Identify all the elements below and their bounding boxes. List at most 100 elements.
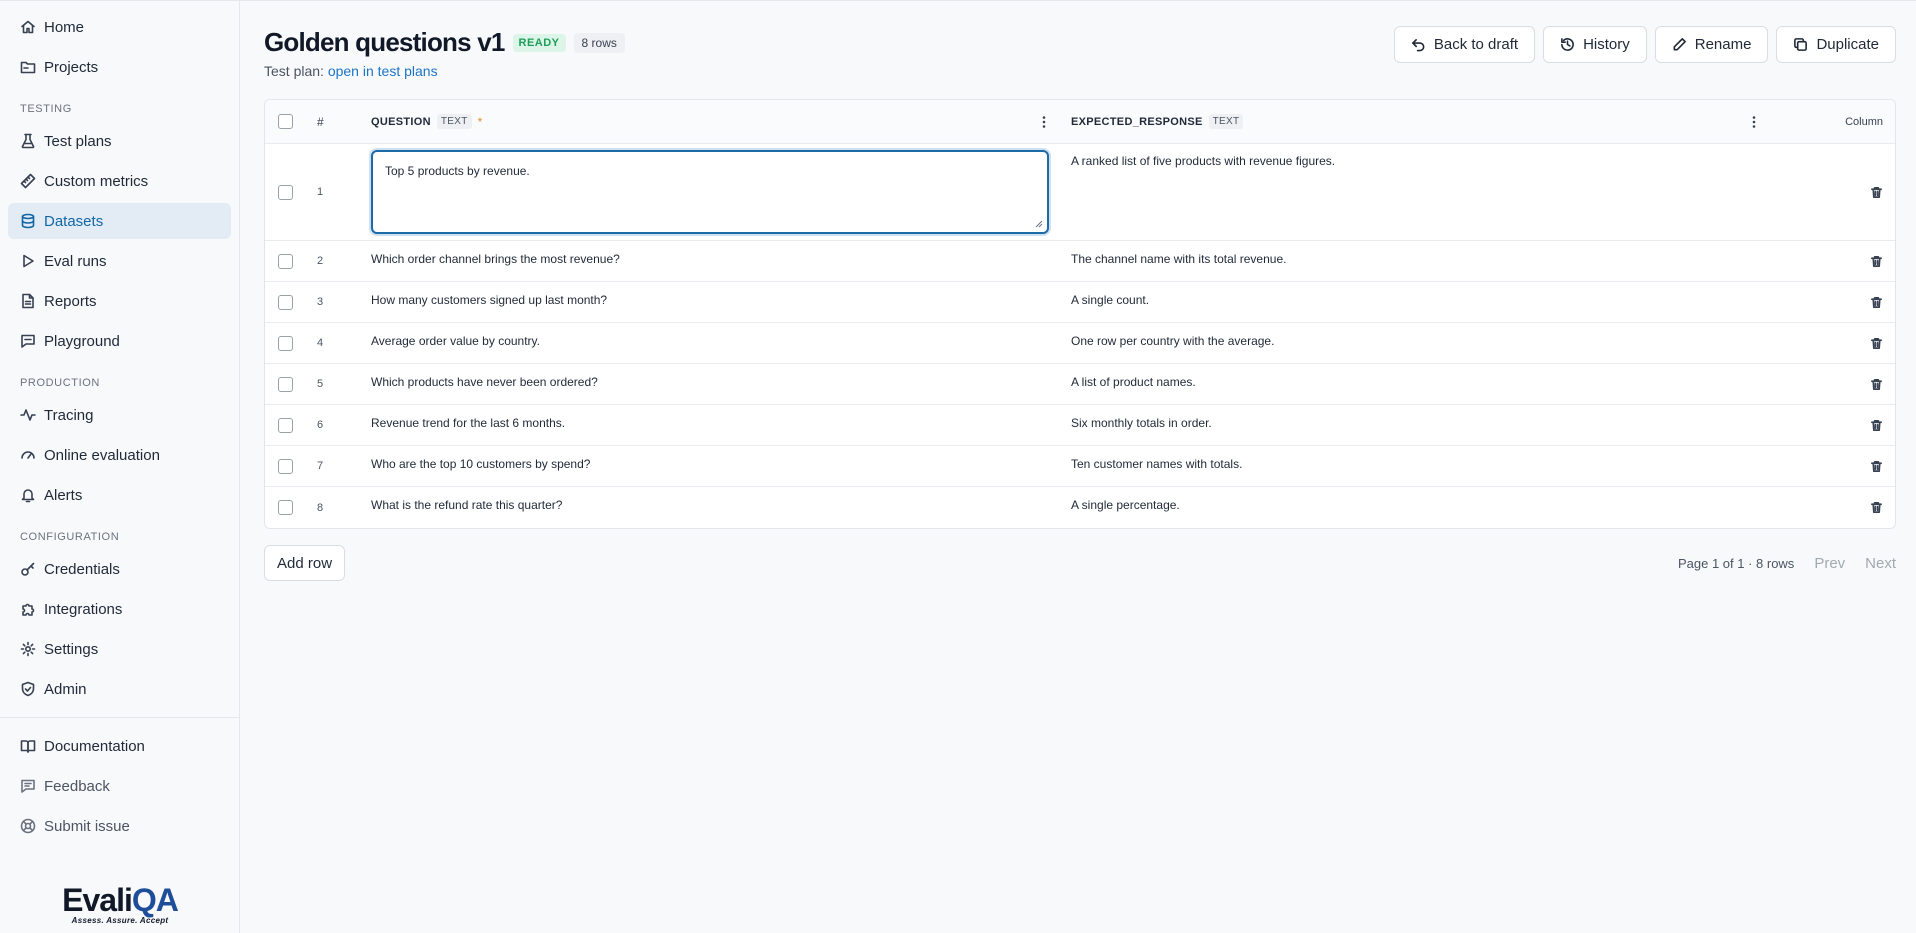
row-checkbox[interactable] (277, 184, 293, 200)
question-cell: Top 5 products by revenue. (363, 144, 1061, 240)
row-checkbox[interactable] (277, 500, 293, 515)
title-row: Golden questions v1 READY 8 rows (264, 27, 625, 58)
trash-icon[interactable] (1870, 255, 1883, 268)
main-content: Golden questions v1 READY 8 rows Test pl… (240, 0, 1916, 933)
back-to-draft-button[interactable]: Back to draft (1393, 26, 1536, 63)
prev-page-button[interactable]: Prev (1814, 555, 1845, 572)
history-button[interactable]: History (1543, 26, 1647, 63)
sidebar-item-test-plans[interactable]: Test plans (8, 123, 231, 159)
question-cell[interactable]: Average order value by country. (363, 323, 1061, 363)
column-type-tag: TEXT (436, 114, 472, 129)
trash-icon[interactable] (1870, 419, 1883, 432)
row-checkbox[interactable] (277, 417, 293, 433)
sidebar-item-reports[interactable]: Reports (8, 283, 231, 319)
pagination: Page 1 of 1 · 8 rows Prev Next (1678, 555, 1896, 572)
resize-grip-icon[interactable] (1035, 220, 1043, 228)
row-count-badge: 8 rows (573, 32, 625, 53)
row-checkbox[interactable] (277, 253, 293, 269)
gauge-icon (20, 447, 36, 463)
question-cell[interactable]: Which products have never been ordered? (363, 364, 1061, 404)
sidebar-item-tracing[interactable]: Tracing (8, 397, 231, 433)
expected-response-cell[interactable]: The channel name with its total revenue. (1061, 241, 1771, 281)
expected-response-cell[interactable]: A single count. (1061, 282, 1771, 322)
sidebar-item-projects[interactable]: Projects (8, 49, 231, 85)
column-menu-icon[interactable] (1037, 115, 1051, 129)
sidebar-item-settings[interactable]: Settings (8, 631, 231, 667)
sidebar-item-eval-runs[interactable]: Eval runs (8, 243, 231, 279)
sidebar-item-label: Submit issue (44, 817, 130, 835)
sidebar-item-custom-metrics[interactable]: Custom metrics (8, 163, 231, 199)
row-checkbox[interactable] (277, 458, 293, 474)
column-name: QUESTION (371, 115, 431, 128)
trash-icon[interactable] (1870, 296, 1883, 309)
trash-icon[interactable] (1870, 460, 1883, 473)
page-info: Page 1 of 1 · 8 rows (1677, 555, 1795, 571)
sidebar-item-datasets[interactable]: Datasets (8, 203, 231, 239)
sidebar-item-label: Projects (44, 58, 99, 76)
row-actions (1771, 364, 1895, 404)
duplicate-button[interactable]: Duplicate (1776, 26, 1896, 63)
row-actions (1771, 241, 1895, 281)
expected-response-cell[interactable]: A list of product names. (1061, 364, 1771, 404)
column-header-question: QUESTION TEXT * (363, 114, 1061, 129)
row-checkbox[interactable] (277, 376, 293, 392)
section-label-configuration: CONFIGURATION (20, 531, 120, 543)
sidebar-item-admin[interactable]: Admin (8, 671, 231, 707)
logo-wordmark: EvaliQA (62, 882, 179, 918)
page-header: Golden questions v1 READY 8 rows Test pl… (264, 1, 1896, 99)
trash-icon[interactable] (1870, 337, 1883, 350)
home-icon (20, 19, 36, 35)
next-page-button[interactable]: Next (1865, 555, 1896, 572)
row-actions (1771, 282, 1895, 322)
question-cell[interactable]: Revenue trend for the last 6 months. (363, 405, 1061, 445)
play-icon (20, 253, 36, 269)
file-text-icon (20, 293, 36, 309)
sidebar-item-label: Alerts (44, 486, 83, 504)
sidebar-item-label: Datasets (44, 212, 104, 230)
expected-response-cell[interactable]: A ranked list of five products with reve… (1061, 144, 1771, 240)
row-select-cell (265, 364, 305, 404)
expected-response-cell[interactable]: A single percentage. (1061, 487, 1771, 528)
question-cell[interactable]: What is the refund rate this quarter? (363, 487, 1061, 528)
sidebar-item-home[interactable]: Home (8, 9, 231, 45)
expected-response-cell[interactable]: Six monthly totals in order. (1061, 405, 1771, 445)
sidebar-item-online-evaluation[interactable]: Online evaluation (8, 437, 231, 473)
copy-icon (1794, 38, 1808, 51)
trash-icon[interactable] (1870, 501, 1883, 514)
sidebar-item-alerts[interactable]: Alerts (8, 477, 231, 513)
column-type-tag: TEXT (1208, 114, 1244, 129)
row-checkbox[interactable] (277, 335, 293, 351)
row-select-cell (265, 405, 305, 445)
sidebar-item-playground[interactable]: Playground (8, 323, 231, 359)
question-cell[interactable]: Which order channel brings the most reve… (363, 241, 1061, 281)
rename-button[interactable]: Rename (1654, 26, 1769, 63)
sidebar-divider (0, 717, 239, 718)
sidebar-item-label: Feedback (44, 777, 110, 795)
table-row: 5 Which products have never been ordered… (265, 364, 1895, 405)
row-number-header: # (317, 114, 324, 129)
question-cell[interactable]: Who are the top 10 customers by spend? (363, 446, 1061, 486)
open-test-plans-link[interactable]: open in test plans (328, 63, 438, 79)
add-row-button[interactable]: Add row (264, 545, 346, 581)
sidebar-item-label: Integrations (44, 600, 123, 618)
page-title: Golden questions v1 (264, 27, 505, 57)
question-cell[interactable]: How many customers signed up last month? (363, 282, 1061, 322)
column-menu-icon[interactable] (1747, 115, 1761, 129)
expected-response-cell[interactable]: Ten customer names with totals. (1061, 446, 1771, 486)
sidebar-item-label: Playground (44, 332, 120, 350)
sidebar-item-submit-issue[interactable]: Submit issue (8, 808, 231, 844)
row-checkbox[interactable] (277, 294, 293, 310)
brand-logo: EvaliQA Assess. Assure. Accept (0, 882, 240, 925)
expected-response-cell[interactable]: One row per country with the average. (1061, 323, 1771, 363)
select-all-checkbox[interactable] (277, 114, 293, 129)
lifebuoy-icon (20, 818, 36, 834)
question-textarea[interactable]: Top 5 products by revenue. (371, 150, 1049, 234)
trash-icon[interactable] (1870, 186, 1883, 199)
sidebar-item-credentials[interactable]: Credentials (8, 551, 231, 587)
sidebar-item-feedback[interactable]: Feedback (8, 768, 231, 804)
sidebar-item-documentation[interactable]: Documentation (8, 728, 231, 764)
add-column-button[interactable]: Column (1845, 116, 1883, 128)
trash-icon[interactable] (1870, 378, 1883, 391)
message-icon (20, 333, 36, 349)
sidebar-item-integrations[interactable]: Integrations (8, 591, 231, 627)
